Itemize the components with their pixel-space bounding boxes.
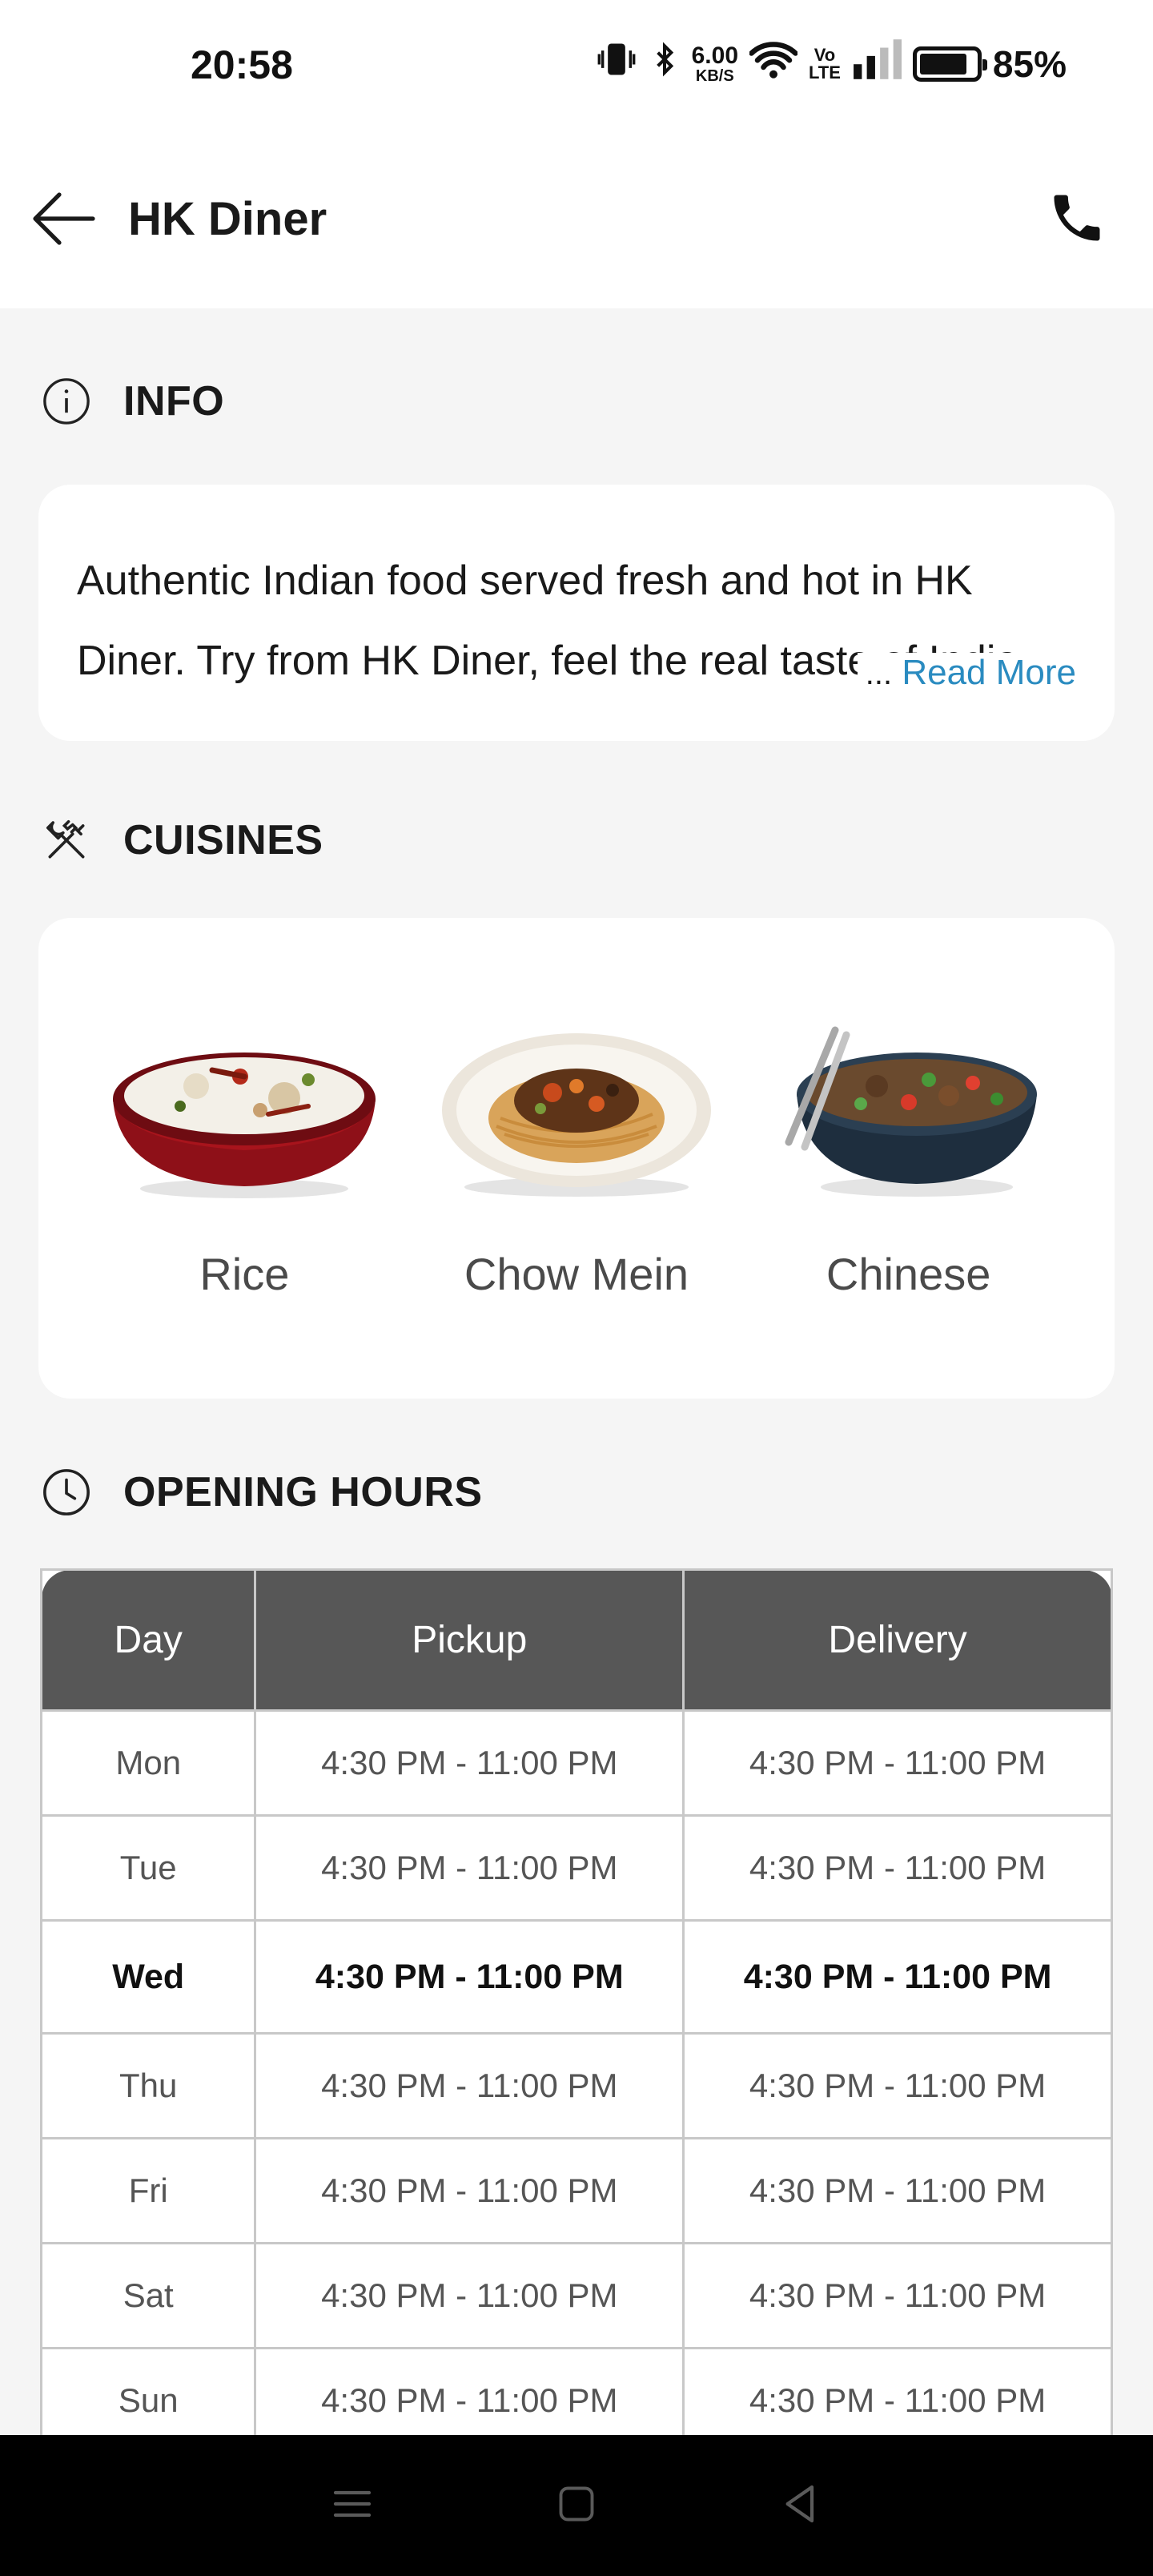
system-nav-bar bbox=[0, 2435, 1153, 2576]
back-button[interactable] bbox=[30, 187, 98, 254]
read-more-ellipsis: ... bbox=[865, 656, 893, 691]
system-back-button[interactable] bbox=[769, 2473, 833, 2538]
table-row: Thu 4:30 PM - 11:00 PM 4:30 PM - 11:00 P… bbox=[39, 2032, 1113, 2139]
delivery-cell: 4:30 PM - 11:00 PM bbox=[682, 2137, 1113, 2244]
pickup-cell: 4:30 PM - 11:00 PM bbox=[254, 2137, 685, 2244]
call-button[interactable] bbox=[1043, 185, 1111, 254]
day-cell: Sat bbox=[39, 2242, 257, 2349]
table-row: Sat 4:30 PM - 11:00 PM 4:30 PM - 11:00 P… bbox=[39, 2242, 1113, 2349]
status-time: 20:58 bbox=[191, 42, 293, 87]
home-button[interactable] bbox=[544, 2473, 609, 2538]
arrow-left-icon bbox=[32, 191, 96, 251]
table-header-row: Day Pickup Delivery bbox=[39, 1568, 1113, 1712]
column-header-pickup: Pickup bbox=[254, 1568, 685, 1712]
info-circle-icon bbox=[40, 375, 93, 428]
page-title: HK Diner bbox=[128, 193, 327, 245]
recent-apps-button[interactable] bbox=[320, 2473, 384, 2538]
back-triangle-icon bbox=[778, 2481, 823, 2530]
hours-title: OPENING HOURS bbox=[123, 1469, 483, 1515]
signal-icon bbox=[852, 38, 902, 89]
rice-bowl-image bbox=[113, 1053, 376, 1198]
day-cell: Tue bbox=[39, 1814, 257, 1922]
vibrate-icon bbox=[596, 38, 637, 89]
table-row: Mon 4:30 PM - 11:00 PM 4:30 PM - 11:00 P… bbox=[39, 1709, 1113, 1817]
hours-section-header: OPENING HOURS bbox=[40, 1466, 483, 1519]
table-row: Fri 4:30 PM - 11:00 PM 4:30 PM - 11:00 P… bbox=[39, 2137, 1113, 2244]
phone-icon bbox=[1047, 187, 1107, 252]
bluetooth-icon bbox=[649, 38, 681, 89]
menu-lines-icon bbox=[330, 2481, 375, 2530]
pickup-cell: 4:30 PM - 11:00 PM bbox=[254, 1709, 685, 1817]
volte-top: Vo bbox=[814, 44, 836, 65]
cuisines-title: CUISINES bbox=[123, 817, 323, 863]
cuisines-card: Rice Chow Mein Chinese bbox=[38, 918, 1115, 1399]
delivery-cell: 4:30 PM - 11:00 PM bbox=[682, 1814, 1113, 1922]
status-icons: 6.00 KB/S Vo LTE 85% bbox=[596, 38, 1067, 89]
delivery-cell: 4:30 PM - 11:00 PM bbox=[682, 1919, 1113, 2035]
chinese-bowl-image bbox=[785, 1026, 1037, 1197]
volte-bottom: LTE bbox=[809, 62, 841, 83]
cuisine-label-rice: Rice bbox=[199, 1249, 290, 1299]
day-cell: Mon bbox=[39, 1709, 257, 1817]
clock-icon bbox=[40, 1466, 93, 1519]
cuisine-label-chinese: Chinese bbox=[826, 1249, 991, 1299]
wifi-icon bbox=[749, 38, 798, 89]
pickup-cell: 4:30 PM - 11:00 PM bbox=[254, 1919, 685, 2035]
home-square-icon bbox=[556, 2483, 597, 2529]
column-header-delivery: Delivery bbox=[682, 1568, 1113, 1712]
pickup-cell: 4:30 PM - 11:00 PM bbox=[254, 2032, 685, 2139]
delivery-cell: 4:30 PM - 11:00 PM bbox=[682, 2242, 1113, 2349]
table-row-today: Wed 4:30 PM - 11:00 PM 4:30 PM - 11:00 P… bbox=[39, 1919, 1113, 2035]
battery-icon bbox=[912, 46, 987, 82]
volte-indicator: Vo LTE bbox=[809, 46, 841, 82]
info-card: Authentic Indian food served fresh and h… bbox=[38, 485, 1115, 741]
read-more-link[interactable]: ... Read More bbox=[857, 653, 1076, 693]
column-header-day: Day bbox=[39, 1568, 257, 1712]
table-row: Tue 4:30 PM - 11:00 PM 4:30 PM - 11:00 P… bbox=[39, 1814, 1113, 1922]
info-section-header: INFO bbox=[40, 375, 224, 428]
day-cell: Thu bbox=[39, 2032, 257, 2139]
network-speed-unit: KB/S bbox=[695, 66, 734, 85]
read-more-label: Read More bbox=[902, 653, 1076, 692]
cuisines-list: Rice Chow Mein Chinese bbox=[38, 1022, 1115, 1300]
opening-hours-table: Day Pickup Delivery Mon 4:30 PM - 11:00 … bbox=[39, 1568, 1113, 2454]
cuisine-item-rice[interactable]: Rice bbox=[92, 1022, 396, 1300]
pickup-cell: 4:30 PM - 11:00 PM bbox=[254, 1814, 685, 1922]
chow-mein-plate-image bbox=[441, 1033, 711, 1197]
cuisine-label-chow-mein: Chow Mein bbox=[464, 1249, 689, 1299]
info-title: INFO bbox=[123, 378, 225, 425]
delivery-cell: 4:30 PM - 11:00 PM bbox=[682, 2032, 1113, 2139]
day-cell: Fri bbox=[39, 2137, 257, 2244]
delivery-cell: 4:30 PM - 11:00 PM bbox=[682, 1709, 1113, 1817]
network-speed-value: 6.00 bbox=[691, 42, 738, 69]
cutlery-icon bbox=[40, 814, 93, 867]
cuisines-section-header: CUISINES bbox=[40, 814, 323, 867]
cuisine-item-chinese[interactable]: Chinese bbox=[757, 1022, 1061, 1300]
network-speed: 6.00 KB/S bbox=[691, 42, 738, 85]
pickup-cell: 4:30 PM - 11:00 PM bbox=[254, 2242, 685, 2349]
status-bar: 20:58 6.00 KB/S Vo LTE 85% bbox=[0, 0, 1153, 132]
day-cell: Wed bbox=[39, 1919, 257, 2035]
app-header: HK Diner bbox=[0, 132, 1153, 308]
cuisine-item-chow-mein[interactable]: Chow Mein bbox=[424, 1022, 729, 1300]
battery-percent: 85% bbox=[992, 42, 1067, 85]
